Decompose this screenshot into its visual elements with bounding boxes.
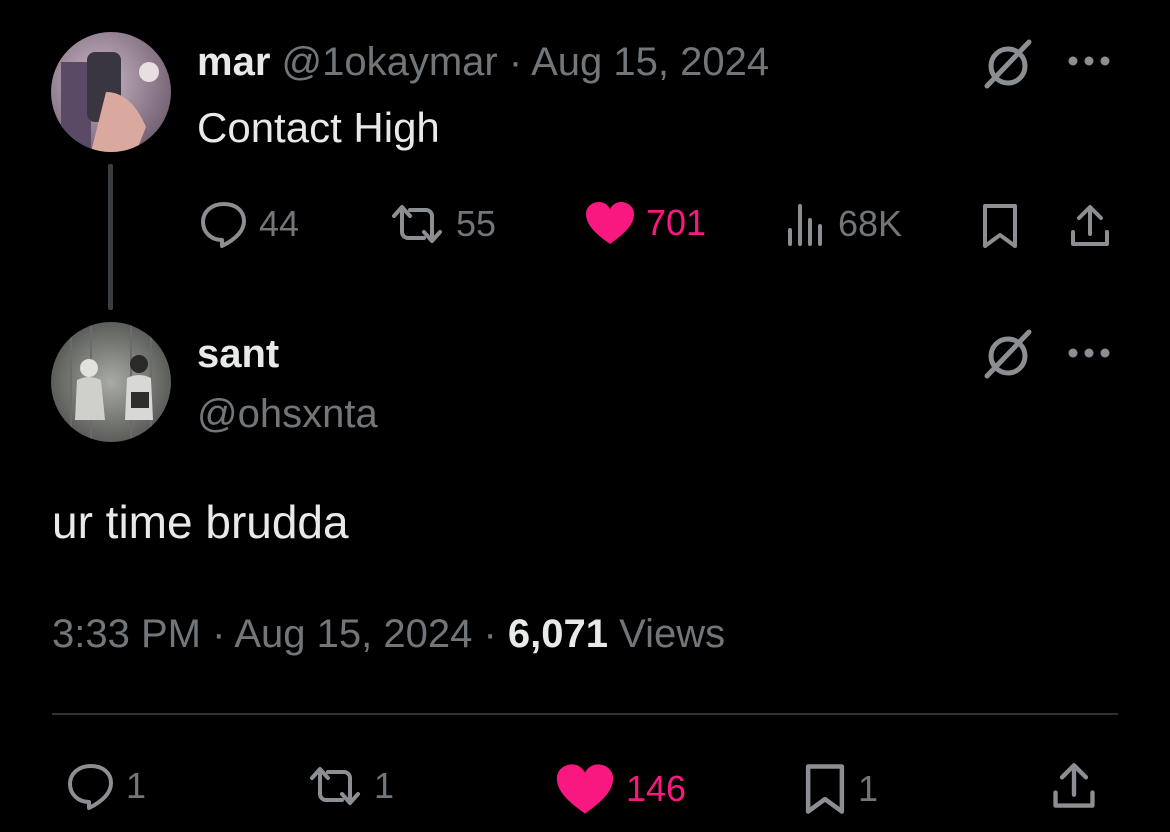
reply-icon: [68, 764, 113, 810]
bookmark-icon: [983, 204, 1017, 248]
parent-date[interactable]: Aug 15, 2024: [531, 40, 769, 84]
grok-icon[interactable]: [980, 328, 1036, 380]
parent-like-button[interactable]: 701: [584, 200, 706, 246]
main-bookmark-count: 1: [858, 768, 879, 809]
meta-separator: ·: [483, 612, 497, 656]
main-views-count: 6,071: [507, 612, 609, 656]
parent-reply-count: 44: [259, 203, 300, 244]
main-like-count: 146: [626, 768, 687, 809]
parent-reply-button[interactable]: 44: [199, 200, 299, 248]
bookmark-icon: [805, 764, 845, 814]
parent-author-handle[interactable]: @1okaymar: [282, 40, 498, 84]
main-views-label: Views: [619, 612, 726, 656]
more-icon[interactable]: [1066, 46, 1112, 76]
parent-header: mar @1okaymar · Aug 15, 2024: [197, 38, 769, 86]
main-repost-count: 1: [374, 765, 395, 806]
parent-share-button[interactable]: [1064, 200, 1116, 252]
main-author-handle[interactable]: @ohsxnta: [197, 390, 378, 438]
main-share-button[interactable]: [1046, 758, 1102, 814]
main-date[interactable]: Aug 15, 2024: [234, 612, 472, 656]
like-icon: [556, 764, 614, 814]
repost-icon: [310, 767, 360, 805]
repost-icon: [392, 205, 442, 243]
main-author-name[interactable]: sant: [197, 330, 279, 378]
more-icon[interactable]: [1066, 338, 1112, 368]
parent-views-count: 68K: [838, 203, 903, 244]
share-icon: [1053, 763, 1095, 808]
main-like-button[interactable]: 146: [554, 762, 686, 816]
parent-like-count: 701: [646, 202, 707, 243]
parent-repost-button[interactable]: 55: [388, 200, 496, 248]
main-tweet-text: ur time brudda: [52, 496, 349, 548]
main-avatar[interactable]: [51, 322, 171, 442]
divider: [52, 713, 1118, 715]
meta-separator: ·: [212, 612, 226, 656]
parent-text: Contact High: [197, 104, 440, 151]
main-tweet-meta: 3:33 PM · Aug 15, 2024 · 6,071 Views: [52, 610, 725, 658]
main-reply-button[interactable]: 1: [66, 762, 146, 810]
parent-avatar[interactable]: [51, 32, 171, 152]
main-bookmark-button[interactable]: 1: [802, 762, 878, 816]
parent-bookmark-button[interactable]: [976, 200, 1024, 252]
parent-author-name[interactable]: mar: [197, 40, 270, 84]
main-reply-count: 1: [126, 765, 147, 806]
parent-separator: ·: [508, 40, 523, 84]
main-repost-button[interactable]: 1: [306, 762, 394, 810]
views-icon: [788, 204, 822, 246]
like-icon: [586, 202, 634, 244]
share-icon: [1071, 205, 1109, 246]
main-time[interactable]: 3:33 PM: [52, 612, 201, 656]
grok-icon[interactable]: [980, 38, 1036, 90]
parent-repost-count: 55: [456, 203, 497, 244]
parent-views-button[interactable]: 68K: [784, 200, 902, 248]
thread-connector-line: [108, 164, 113, 310]
reply-icon: [201, 202, 246, 248]
